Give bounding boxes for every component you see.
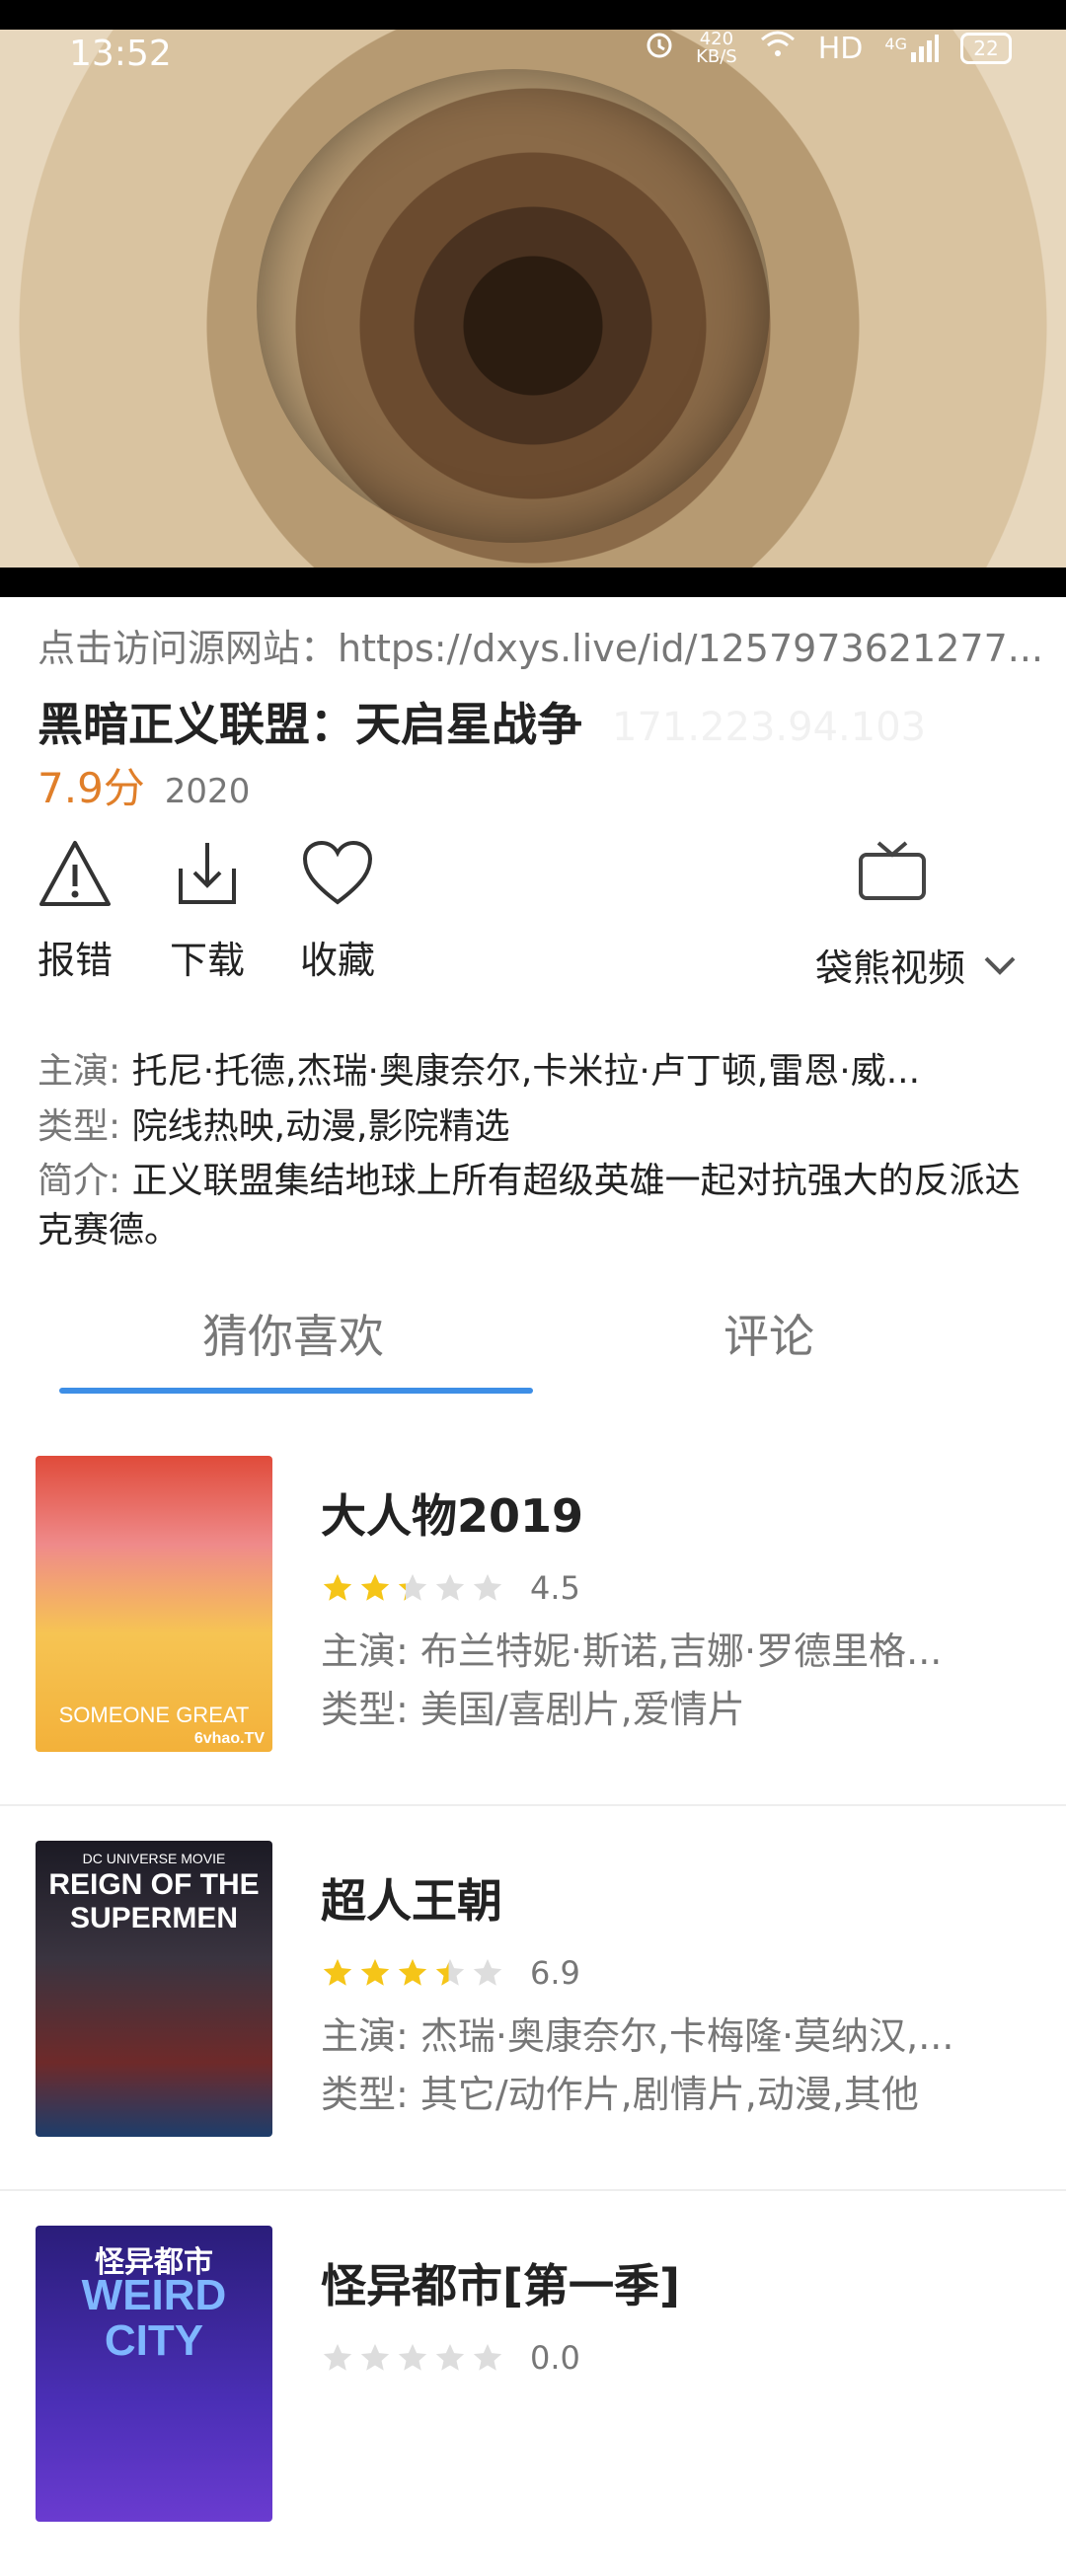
video-player[interactable]: 13:52 420 KB/S HD 4G 22 (0, 0, 1066, 597)
ip-watermark: 171.223.94.103 (612, 705, 927, 750)
recommend-list: SOMEONE GREAT 6vhao.TV 大人物2019 4.5 主演: 布… (0, 1421, 1066, 2576)
poster-title: REIGN OF THE SUPERMEN (48, 1868, 260, 1934)
source-selector-label: 袋熊视频 (815, 947, 966, 990)
star-icon (323, 1573, 352, 1601)
list-item[interactable]: SOMEONE GREAT 6vhao.TV 大人物2019 4.5 主演: 布… (0, 1421, 1066, 1806)
download-icon (179, 843, 236, 904)
poster-watermark: 6vhao.TV (193, 1730, 265, 1747)
cast-value: 托尼·托德,杰瑞·奥康奈尔,卡米拉·卢丁顿,雷恩·威... (131, 1051, 921, 1092)
star-icon (360, 1573, 390, 1601)
genre-value: 院线热映,动漫,影院精选 (131, 1106, 510, 1147)
item-cast: 主演: 布兰特妮·斯诺,吉娜·罗德里格... (321, 1629, 943, 1673)
list-item[interactable]: DC UNIVERSE MOVIE REIGN OF THE SUPERMEN … (0, 1806, 1066, 2191)
intro-row: 简介: 正义联盟集结地球上所有超级英雄一起对抗强大的反派达克赛德。 (38, 1157, 1034, 1255)
star-icons (321, 2341, 504, 2375)
star-rating: 0.0 (321, 2339, 1031, 2377)
cast-row: 主演: 托尼·托德,杰瑞·奥康奈尔,卡米拉·卢丁顿,雷恩·威... (38, 1044, 1034, 1099)
cast-label: 主演: (38, 1051, 121, 1092)
item-title: 大人物2019 (321, 1489, 584, 1543)
rating-value: 4.5 (530, 1569, 580, 1607)
poster-title: WEIRD CITY (81, 2271, 227, 2365)
star-icon (473, 2343, 502, 2371)
star-icon (323, 1958, 352, 1986)
poster-subtitle: DC UNIVERSE MOVIE (82, 1851, 226, 1866)
tab-indicator (59, 1388, 533, 1394)
tv-icon (859, 841, 926, 900)
network-speed-unit: KB/S (696, 46, 737, 67)
movie-score: 7.9分 (38, 764, 145, 812)
network-speed: 420 KB/S (696, 31, 737, 66)
battery-icon: 22 (960, 33, 1012, 64)
poster-title: SOMEONE GREAT (58, 1703, 250, 1727)
item-genre: 类型: 美国/喜剧片,爱情片 (321, 1688, 745, 1731)
star-icon (435, 1958, 465, 1986)
star-icon (398, 2343, 427, 2371)
star-rating: 6.9 (321, 1954, 1031, 1992)
movie-title: 黑暗正义联盟：天启星战争 171.223.94.103 (38, 689, 926, 754)
movie-title-text: 黑暗正义联盟：天启星战争 (38, 698, 582, 751)
item-genre: 类型: 其它/动作片,剧情片,动漫,其他 (321, 2073, 919, 2116)
video-scene (257, 69, 770, 543)
item-cast: 主演: 杰瑞·奥康奈尔,卡梅隆·莫纳汉,... (321, 2014, 954, 2058)
item-info: 超人王朝 6.9 主演: 杰瑞·奥康奈尔,卡梅隆·莫纳汉,... 类型: 其它/… (321, 1865, 1031, 2118)
tab-bar: 猜你喜欢 评论 (0, 1283, 1066, 1402)
action-bar: 报错 下载 收藏 袋熊视频 (0, 839, 1066, 997)
star-icon (473, 1573, 502, 1601)
tab-recommend[interactable]: 猜你喜欢 (202, 1301, 384, 1366)
genre-row: 类型: 院线热映,动漫,影院精选 (38, 1099, 1034, 1155)
signal-icon: 4G (884, 35, 939, 62)
download-button[interactable]: 下载 (148, 839, 266, 984)
report-error-label: 报错 (37, 939, 113, 982)
star-icon (398, 1573, 427, 1601)
star-rating: 4.5 (321, 1569, 1031, 1607)
item-info: 大人物2019 4.5 主演: 布兰特妮·斯诺,吉娜·罗德里格... 类型: 美… (321, 1480, 1031, 1733)
star-icon (360, 1958, 390, 1986)
star-icon (398, 1958, 427, 1986)
star-icons (321, 1571, 504, 1605)
item-title: 怪异都市[第一季] (321, 2259, 681, 2312)
rating-row: 7.9分 2020 (38, 755, 250, 815)
poster-image: 怪异都市 WEIRD CITY (36, 2226, 272, 2522)
list-item[interactable]: 怪异都市 WEIRD CITY 怪异都市[第一季] 0.0 (0, 2191, 1066, 2576)
status-bar: 13:52 420 KB/S HD 4G 22 (0, 0, 1066, 109)
signal-type: 4G (884, 35, 907, 53)
genre-label: 类型: (38, 1106, 121, 1147)
star-icon (360, 2343, 390, 2371)
rating-value: 0.0 (530, 2339, 580, 2377)
star-icon (473, 1958, 502, 1986)
poster-image: DC UNIVERSE MOVIE REIGN OF THE SUPERMEN (36, 1841, 272, 2137)
favorite-button[interactable]: 收藏 (278, 839, 397, 984)
source-selector[interactable]: 袋熊视频 (815, 938, 1017, 992)
rating-value: 6.9 (530, 1954, 580, 1992)
star-icon (323, 2343, 352, 2371)
tab-comments[interactable]: 评论 (723, 1301, 814, 1366)
source-site-link[interactable]: 点击访问源网站：https://dxys.live/id/12579736212… (38, 618, 1044, 672)
star-icons (321, 1956, 504, 1990)
hd-badge: HD (817, 31, 864, 66)
status-time: 13:52 (69, 34, 172, 74)
movie-details: 主演: 托尼·托德,杰瑞·奥康奈尔,卡米拉·卢丁顿,雷恩·威... 类型: 院线… (38, 1044, 1034, 1255)
item-info: 怪异都市[第一季] 0.0 (321, 2250, 1031, 2377)
movie-year: 2020 (164, 772, 251, 811)
intro-label: 简介: (38, 1161, 121, 1201)
heart-icon (302, 840, 373, 905)
alarm-icon (645, 30, 674, 67)
video-frame[interactable] (0, 30, 1066, 568)
warning-icon (39, 841, 111, 906)
poster-image: SOMEONE GREAT 6vhao.TV (36, 1456, 272, 1752)
star-icon (435, 1573, 465, 1601)
wifi-icon (759, 30, 797, 67)
star-icon (435, 2343, 465, 2371)
item-title: 超人王朝 (321, 1874, 502, 1928)
cast-tv-button[interactable] (857, 839, 936, 908)
download-label: 下载 (169, 939, 245, 982)
report-error-button[interactable]: 报错 (16, 839, 134, 984)
intro-value: 正义联盟集结地球上所有超级英雄一起对抗强大的反派达克赛德。 (38, 1161, 1021, 1250)
favorite-label: 收藏 (299, 939, 375, 982)
chevron-down-icon (984, 956, 1016, 975)
status-icons: 420 KB/S HD 4G 22 (645, 30, 1012, 67)
